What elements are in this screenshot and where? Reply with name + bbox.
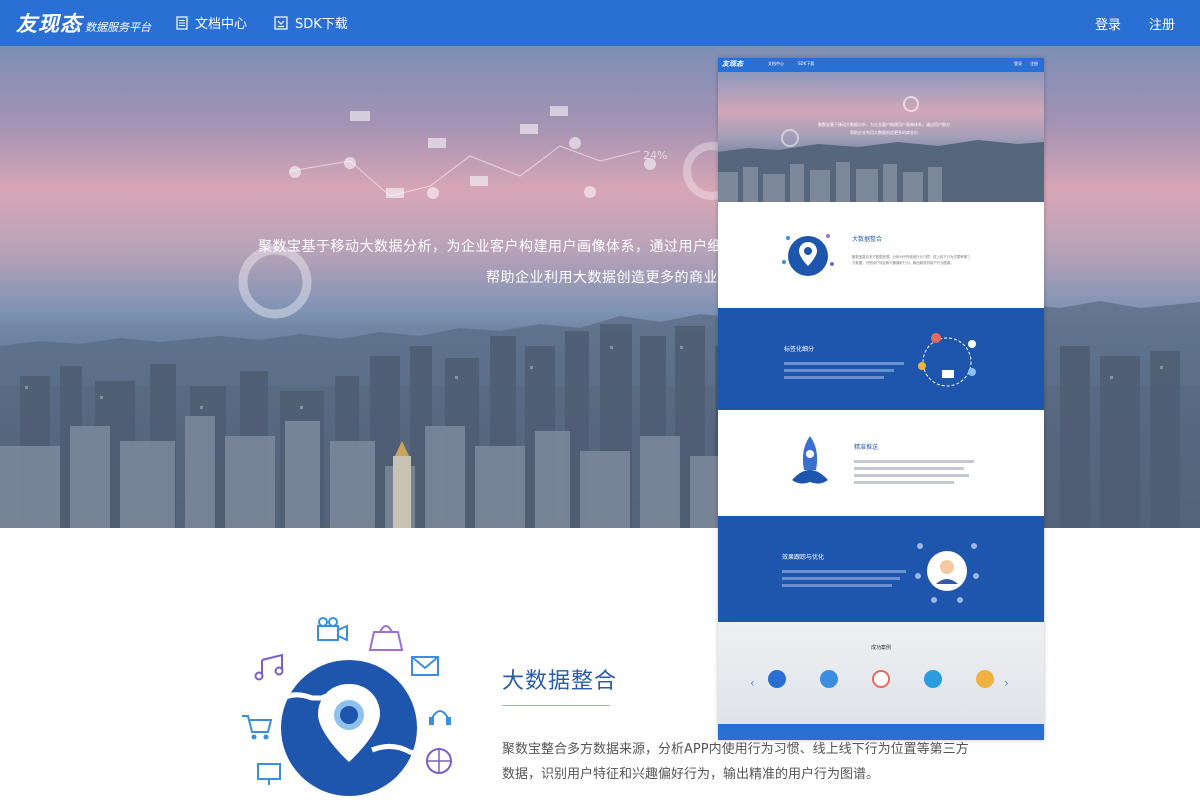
preview-text-placeholder (854, 467, 964, 470)
feature-description: 聚数宝整合多方数据来源，分析APP内使用行为习惯、线上线下行为位置等第三方数据，… (502, 742, 969, 782)
svg-text:24%: 24% (643, 149, 667, 162)
preview-case-logo (814, 670, 844, 692)
preview-section-tracking: 效果跟踪与优化 (718, 516, 1044, 622)
document-icon (176, 15, 188, 30)
preview-text-placeholder (782, 584, 892, 587)
feature-divider (502, 705, 610, 706)
preview-case-logo (970, 670, 1000, 692)
preview-hero-city (718, 96, 1044, 202)
mail-icon (411, 656, 439, 676)
preview-text-placeholder (784, 362, 904, 365)
preview-hero-line1: 聚数宝基于移动大数据分析，为企业客户构建用户画像体系，通过用户细分 (818, 122, 950, 127)
logo-text: 友现态 (16, 11, 82, 36)
preview-section-integration: 大数据整合 聚数宝整合多方数据来源，分析APP内使用行为习惯、线上线下行为位置等… (718, 202, 1044, 308)
preview-text-placeholder (784, 369, 894, 372)
preview-nav-login: 登录 (1014, 61, 1022, 66)
shopping-cart-icon (242, 715, 273, 740)
preview-hero-line2: 帮助企业利用大数据创造更多的商业价 (850, 130, 918, 135)
feature-title: 大数据整合 (502, 669, 618, 694)
top-navbar: 友现态 数据服务平台 文档中心 SDK下载 登录 注册 (0, 0, 1200, 46)
nav-item-docs[interactable]: 文档中心 (176, 13, 247, 32)
preview-nav-register: 注册 (1030, 61, 1038, 66)
preview-case-logo (918, 670, 948, 692)
preview-network-illustration (918, 333, 976, 387)
preview-text-placeholder (784, 376, 884, 379)
preview-text-placeholder (782, 577, 900, 580)
preview-hero: 聚数宝基于移动大数据分析，为企业客户构建用户画像体系，通过用户细分 帮助企业利用… (718, 72, 1044, 202)
preview-navbar: 友现态 文档中心 SDK下载 登录 注册 (718, 58, 1044, 72)
preview-pin-illustration (782, 234, 834, 276)
nav-item-sdk[interactable]: SDK下载 (274, 13, 348, 32)
preview-logo: 友现态 (722, 59, 743, 68)
music-icon (254, 653, 284, 681)
preview-section-tagging: 标签化细分 (718, 308, 1044, 410)
preview-case-logo (866, 670, 896, 692)
preview-cases-title: 成功案例 (870, 645, 891, 651)
preview-title-push: 精准推送 (854, 444, 879, 451)
preview-people-illustration (915, 543, 979, 603)
headset-icon (429, 710, 451, 725)
brand-logo[interactable]: 友现态 数据服务平台 (16, 8, 151, 38)
nav-sdk-label: SDK下载 (295, 17, 348, 32)
preview-title-tracking: 效果跟踪与优化 (782, 554, 825, 561)
preview-next-arrow-icon: › (1004, 676, 1009, 690)
preview-title-integration: 大数据整合 (852, 236, 883, 243)
preview-text-placeholder (782, 570, 906, 573)
video-camera-icon (317, 617, 348, 642)
download-icon (274, 15, 288, 30)
preview-title-tagging: 标签化细分 (784, 346, 815, 353)
shopping-bag-icon (368, 625, 404, 651)
preview-success-cases: 成功案例 ‹ › (718, 622, 1044, 726)
data-integration-illustration (242, 617, 452, 796)
page-preview-thumbnail: 友现态 文档中心 SDK下载 登录 注册 聚数宝基于移动大数据分析，为企业客户构… (718, 58, 1044, 740)
preview-text-placeholder (854, 481, 954, 484)
register-link[interactable]: 注册 (1149, 14, 1175, 33)
preview-nav-docs: 文档中心 (768, 61, 784, 66)
preview-prev-arrow-icon: ‹ (750, 676, 755, 690)
basketball-icon (426, 748, 452, 774)
nav-docs-label: 文档中心 (195, 17, 248, 32)
preview-text-placeholder (854, 474, 969, 477)
preview-nav-sdk: SDK下载 (798, 61, 815, 66)
login-link[interactable]: 登录 (1095, 14, 1121, 33)
preview-footer (718, 724, 1044, 740)
hero-text-line2: 帮助企业利用大数据创造更多的商业价 (486, 270, 733, 286)
preview-text-placeholder (854, 460, 974, 463)
hero-text-line1: 聚数宝基于移动大数据分析，为企业客户构建用户画像体系，通过用户细分 (258, 239, 737, 255)
preview-rocket-illustration (792, 436, 828, 484)
preview-case-logo (762, 670, 792, 692)
monitor-icon (257, 763, 281, 785)
preview-section-push: 精准推送 (718, 410, 1044, 516)
logo-subtitle: 数据服务平台 (85, 21, 151, 34)
preview-text-integration: 聚数宝整合多方数据来源，分析APP内使用行为习惯、线上线下行为位置等第三方数据，… (852, 255, 971, 265)
